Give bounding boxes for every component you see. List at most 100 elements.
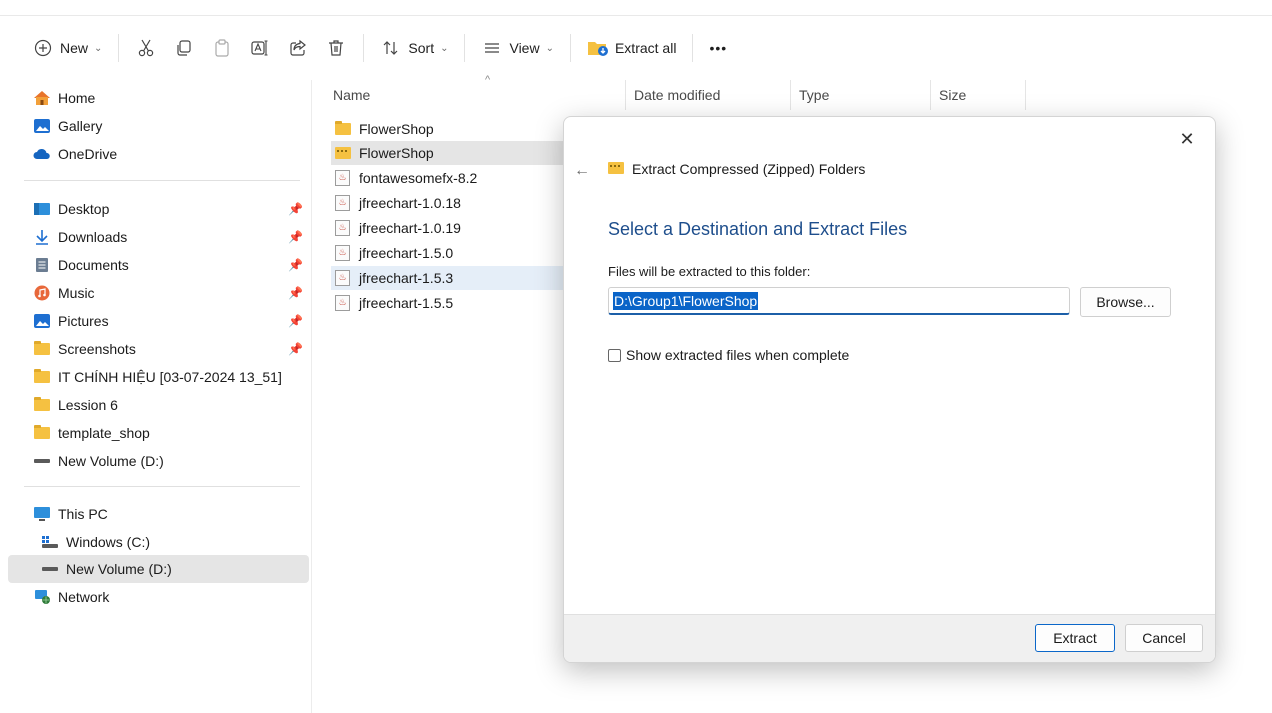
file-name: FlowerShop	[359, 145, 434, 161]
dialog-footer: Extract Cancel	[564, 614, 1215, 662]
extract-button[interactable]: Extract	[1035, 624, 1115, 652]
sidebar-item-label: Downloads	[58, 229, 128, 245]
file-name: FlowerShop	[359, 121, 434, 137]
destination-path-input[interactable]: D:\Group1\FlowerShop	[608, 287, 1070, 315]
column-header-size[interactable]: Size	[930, 80, 1026, 110]
toolbar-divider	[569, 34, 571, 62]
jar-file-icon: ♨	[335, 220, 353, 236]
paste-button[interactable]	[203, 32, 241, 64]
column-header-name[interactable]: Name ^	[325, 74, 625, 110]
download-icon	[32, 229, 52, 245]
pin-icon[interactable]: 📌	[288, 202, 303, 216]
toolbar-divider	[118, 34, 120, 62]
sidebar-item-label: New Volume (D:)	[58, 453, 164, 469]
sidebar-item-label: Documents	[58, 257, 129, 273]
sidebar-item-pictures[interactable]: Pictures 📌	[8, 307, 309, 335]
sidebar-item-label: Music	[58, 285, 95, 301]
back-arrow-icon[interactable]: ←	[570, 159, 594, 183]
sidebar-item-downloads[interactable]: Downloads 📌	[8, 223, 309, 251]
pin-icon[interactable]: 📌	[288, 230, 303, 244]
copy-button[interactable]	[165, 32, 203, 64]
sidebar-item-home[interactable]: Home	[8, 84, 309, 112]
copy-icon	[173, 37, 195, 59]
new-button[interactable]: New ⌄	[24, 32, 110, 64]
rename-button[interactable]	[241, 32, 279, 64]
extract-folder-icon	[587, 37, 609, 59]
share-icon	[287, 37, 309, 59]
browse-button[interactable]: Browse...	[1080, 287, 1171, 317]
scissors-icon	[135, 37, 157, 59]
documents-icon	[32, 257, 52, 273]
sidebar-item-windows-c[interactable]: Windows (C:)	[8, 528, 309, 556]
dialog-heading: Select a Destination and Extract Files	[608, 219, 908, 239]
file-name: jfreechart-1.0.19	[359, 220, 461, 236]
column-header-date[interactable]: Date modified	[625, 80, 790, 110]
music-icon	[32, 285, 52, 301]
pin-icon[interactable]: 📌	[288, 342, 303, 356]
extract-all-button[interactable]: Extract all	[579, 32, 684, 64]
chevron-down-icon: ⌄	[545, 42, 554, 54]
sidebar-item-label: This PC	[58, 506, 108, 522]
command-bar: New ⌄ Sort ⌄ View ⌄ Extract all •••	[0, 17, 1272, 79]
sidebar-item-label: Windows (C:)	[66, 534, 151, 550]
close-icon[interactable]: ✕	[1173, 125, 1201, 153]
toolbar-divider	[464, 34, 466, 62]
cancel-button[interactable]: Cancel	[1125, 624, 1203, 652]
sidebar-item-screenshots[interactable]: Screenshots 📌	[8, 335, 309, 363]
file-name: jfreechart-1.5.0	[359, 245, 454, 261]
sidebar-item-onedrive[interactable]: OneDrive	[8, 140, 309, 168]
folder-icon	[32, 425, 52, 441]
drive-icon	[32, 453, 52, 469]
sidebar-item-label: Gallery	[58, 118, 103, 134]
sidebar-item-music[interactable]: Music 📌	[8, 279, 309, 307]
sidebar-item-desktop[interactable]: Desktop 📌	[8, 195, 309, 223]
sidebar-item-gallery[interactable]: Gallery	[8, 112, 309, 140]
folder-icon	[32, 369, 52, 385]
pictures-icon	[32, 313, 52, 329]
extract-all-label: Extract all	[614, 40, 677, 56]
jar-file-icon: ♨	[335, 270, 353, 286]
sidebar-item-label: Desktop	[58, 201, 110, 217]
sidebar-item-this-pc[interactable]: This PC	[8, 500, 309, 528]
sidebar-item-it-chinh-hieu[interactable]: IT CHÍNH HIỆU [03-07-2024 13_51]	[8, 363, 309, 391]
more-options-button[interactable]: •••	[701, 32, 735, 64]
sidebar-item-lession-6[interactable]: Lession 6	[8, 391, 309, 419]
zip-folder-icon	[335, 145, 353, 161]
show-files-checkbox-row[interactable]: Show extracted files when complete	[608, 347, 849, 363]
sidebar-item-documents[interactable]: Documents 📌	[8, 251, 309, 279]
sidebar-item-label: template_shop	[58, 425, 150, 441]
sidebar-divider	[24, 180, 300, 181]
gallery-icon	[32, 118, 52, 134]
pin-icon[interactable]: 📌	[288, 258, 303, 272]
more-dots-icon: •••	[709, 40, 728, 56]
trash-icon	[325, 37, 347, 59]
navigation-pane: Home Gallery OneDrive Desktop 📌 Download…	[0, 80, 312, 713]
show-files-checkbox[interactable]	[608, 348, 621, 362]
delete-button[interactable]	[317, 32, 355, 64]
clipboard-icon	[211, 37, 233, 59]
extract-dialog: ✕ ← Extract Compressed (Zipped) Folders …	[563, 116, 1216, 663]
sidebar-item-label: OneDrive	[58, 146, 118, 162]
column-size-label: Size	[939, 87, 967, 103]
column-header-type[interactable]: Type	[790, 80, 930, 110]
desktop-icon	[32, 201, 52, 217]
file-name: jfreechart-1.5.3	[359, 270, 454, 286]
pin-icon[interactable]: 📌	[288, 314, 303, 328]
sort-button[interactable]: Sort ⌄	[372, 32, 456, 64]
sidebar-item-new-volume-d-selected[interactable]: New Volume (D:)	[8, 555, 309, 583]
sidebar-item-network[interactable]: Network	[8, 583, 309, 611]
sidebar-item-label: Home	[58, 90, 96, 106]
sort-label: Sort	[408, 40, 435, 56]
view-button[interactable]: View ⌄	[473, 32, 561, 64]
title-strip	[0, 0, 1272, 16]
pin-icon[interactable]: 📌	[288, 286, 303, 300]
jar-file-icon: ♨	[335, 195, 353, 211]
sidebar-item-label: Network	[58, 589, 110, 605]
sidebar-item-new-volume-d[interactable]: New Volume (D:)	[8, 447, 309, 475]
sidebar-item-template-shop[interactable]: template_shop	[8, 419, 309, 447]
cut-button[interactable]	[127, 32, 165, 64]
share-button[interactable]	[279, 32, 317, 64]
pc-icon	[32, 506, 52, 522]
sidebar-item-label: Lession 6	[58, 397, 118, 413]
dialog-title-bar: Extract Compressed (Zipped) Folders	[608, 161, 865, 177]
